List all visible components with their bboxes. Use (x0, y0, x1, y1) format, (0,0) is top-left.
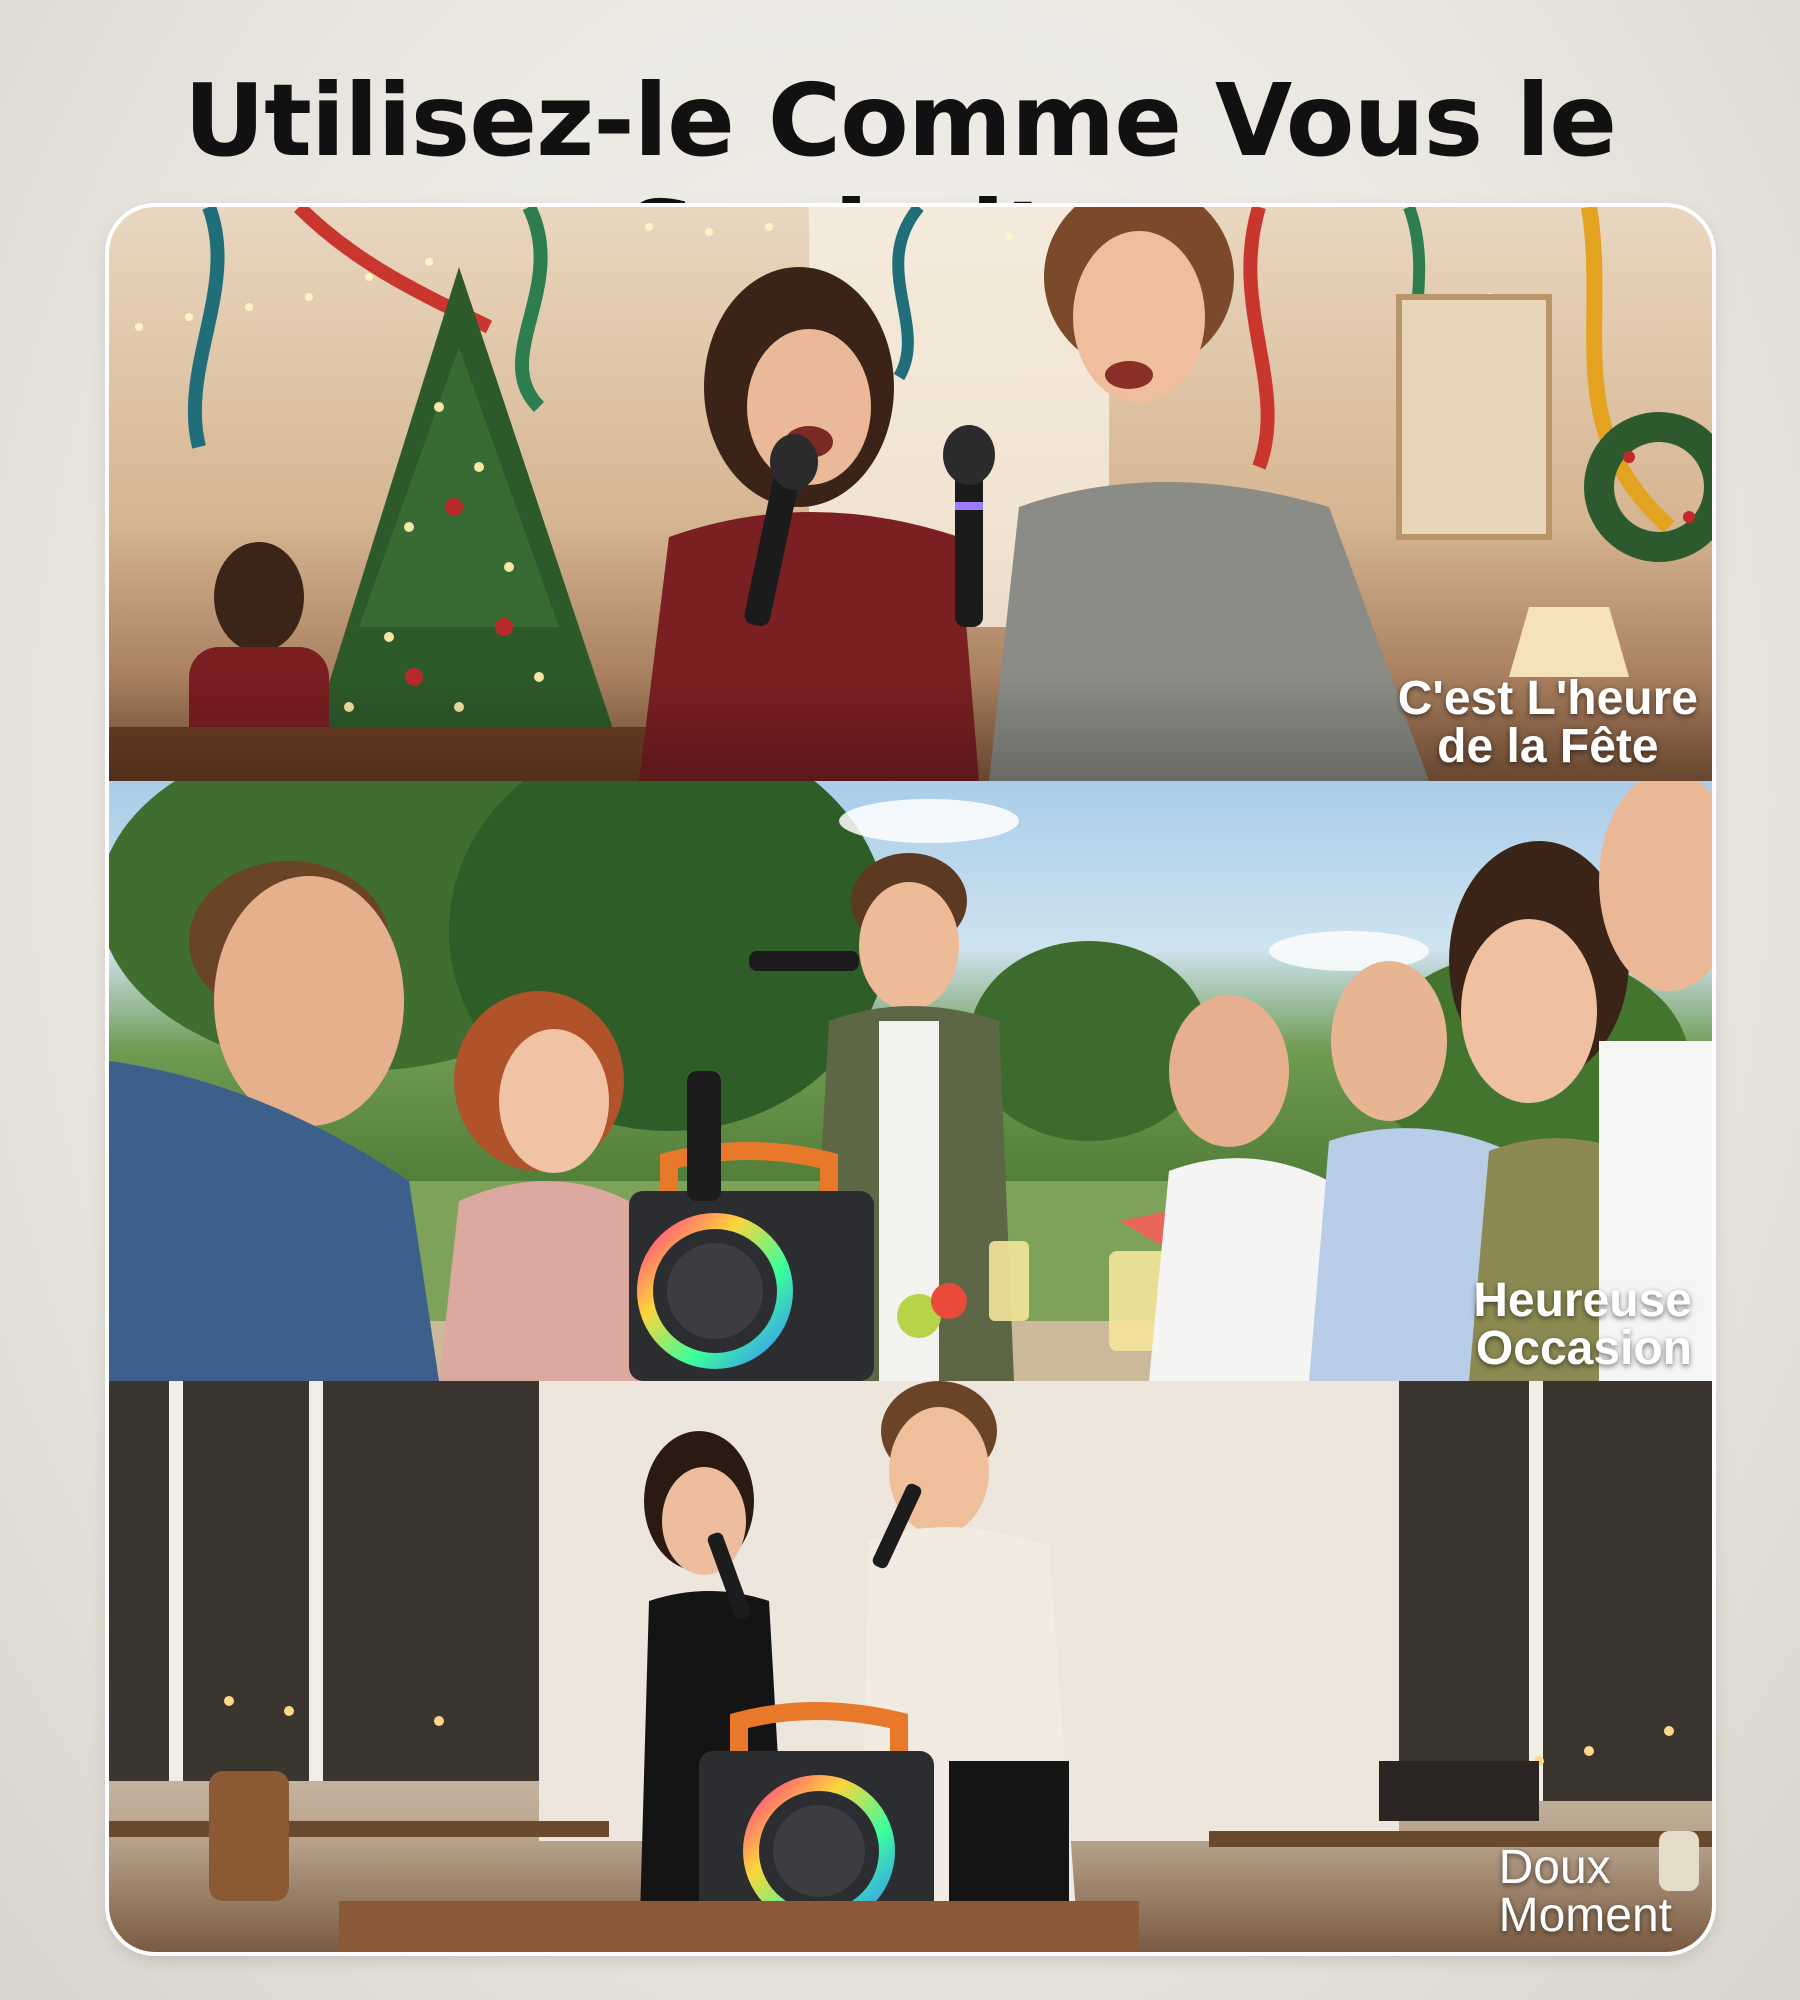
scenes-frame: C'est L'heure de la Fête Heureuse Occasi… (109, 207, 1712, 1952)
restaurant-evening-illustration (109, 1381, 1712, 1952)
caption-restaurant-evening: Doux Moment (1499, 1844, 1672, 1940)
scene-outdoor-gathering: Heureuse Occasion (109, 781, 1712, 1381)
caption-outdoor-gathering: Heureuse Occasion (1473, 1277, 1692, 1373)
caption-line: Occasion (1475, 1322, 1692, 1375)
caption-line: C'est L'heure (1397, 672, 1698, 725)
scene-restaurant-evening: Doux Moment (109, 1381, 1712, 1952)
caption-line: Moment (1498, 1889, 1672, 1942)
caption-line: de la Fête (1437, 720, 1659, 773)
caption-line: Heureuse (1473, 1274, 1692, 1327)
outdoor-gathering-illustration (109, 781, 1712, 1381)
scene-christmas-party: C'est L'heure de la Fête (109, 207, 1712, 781)
caption-line: Doux (1498, 1841, 1611, 1894)
caption-christmas-party: C'est L'heure de la Fête (1398, 675, 1698, 771)
